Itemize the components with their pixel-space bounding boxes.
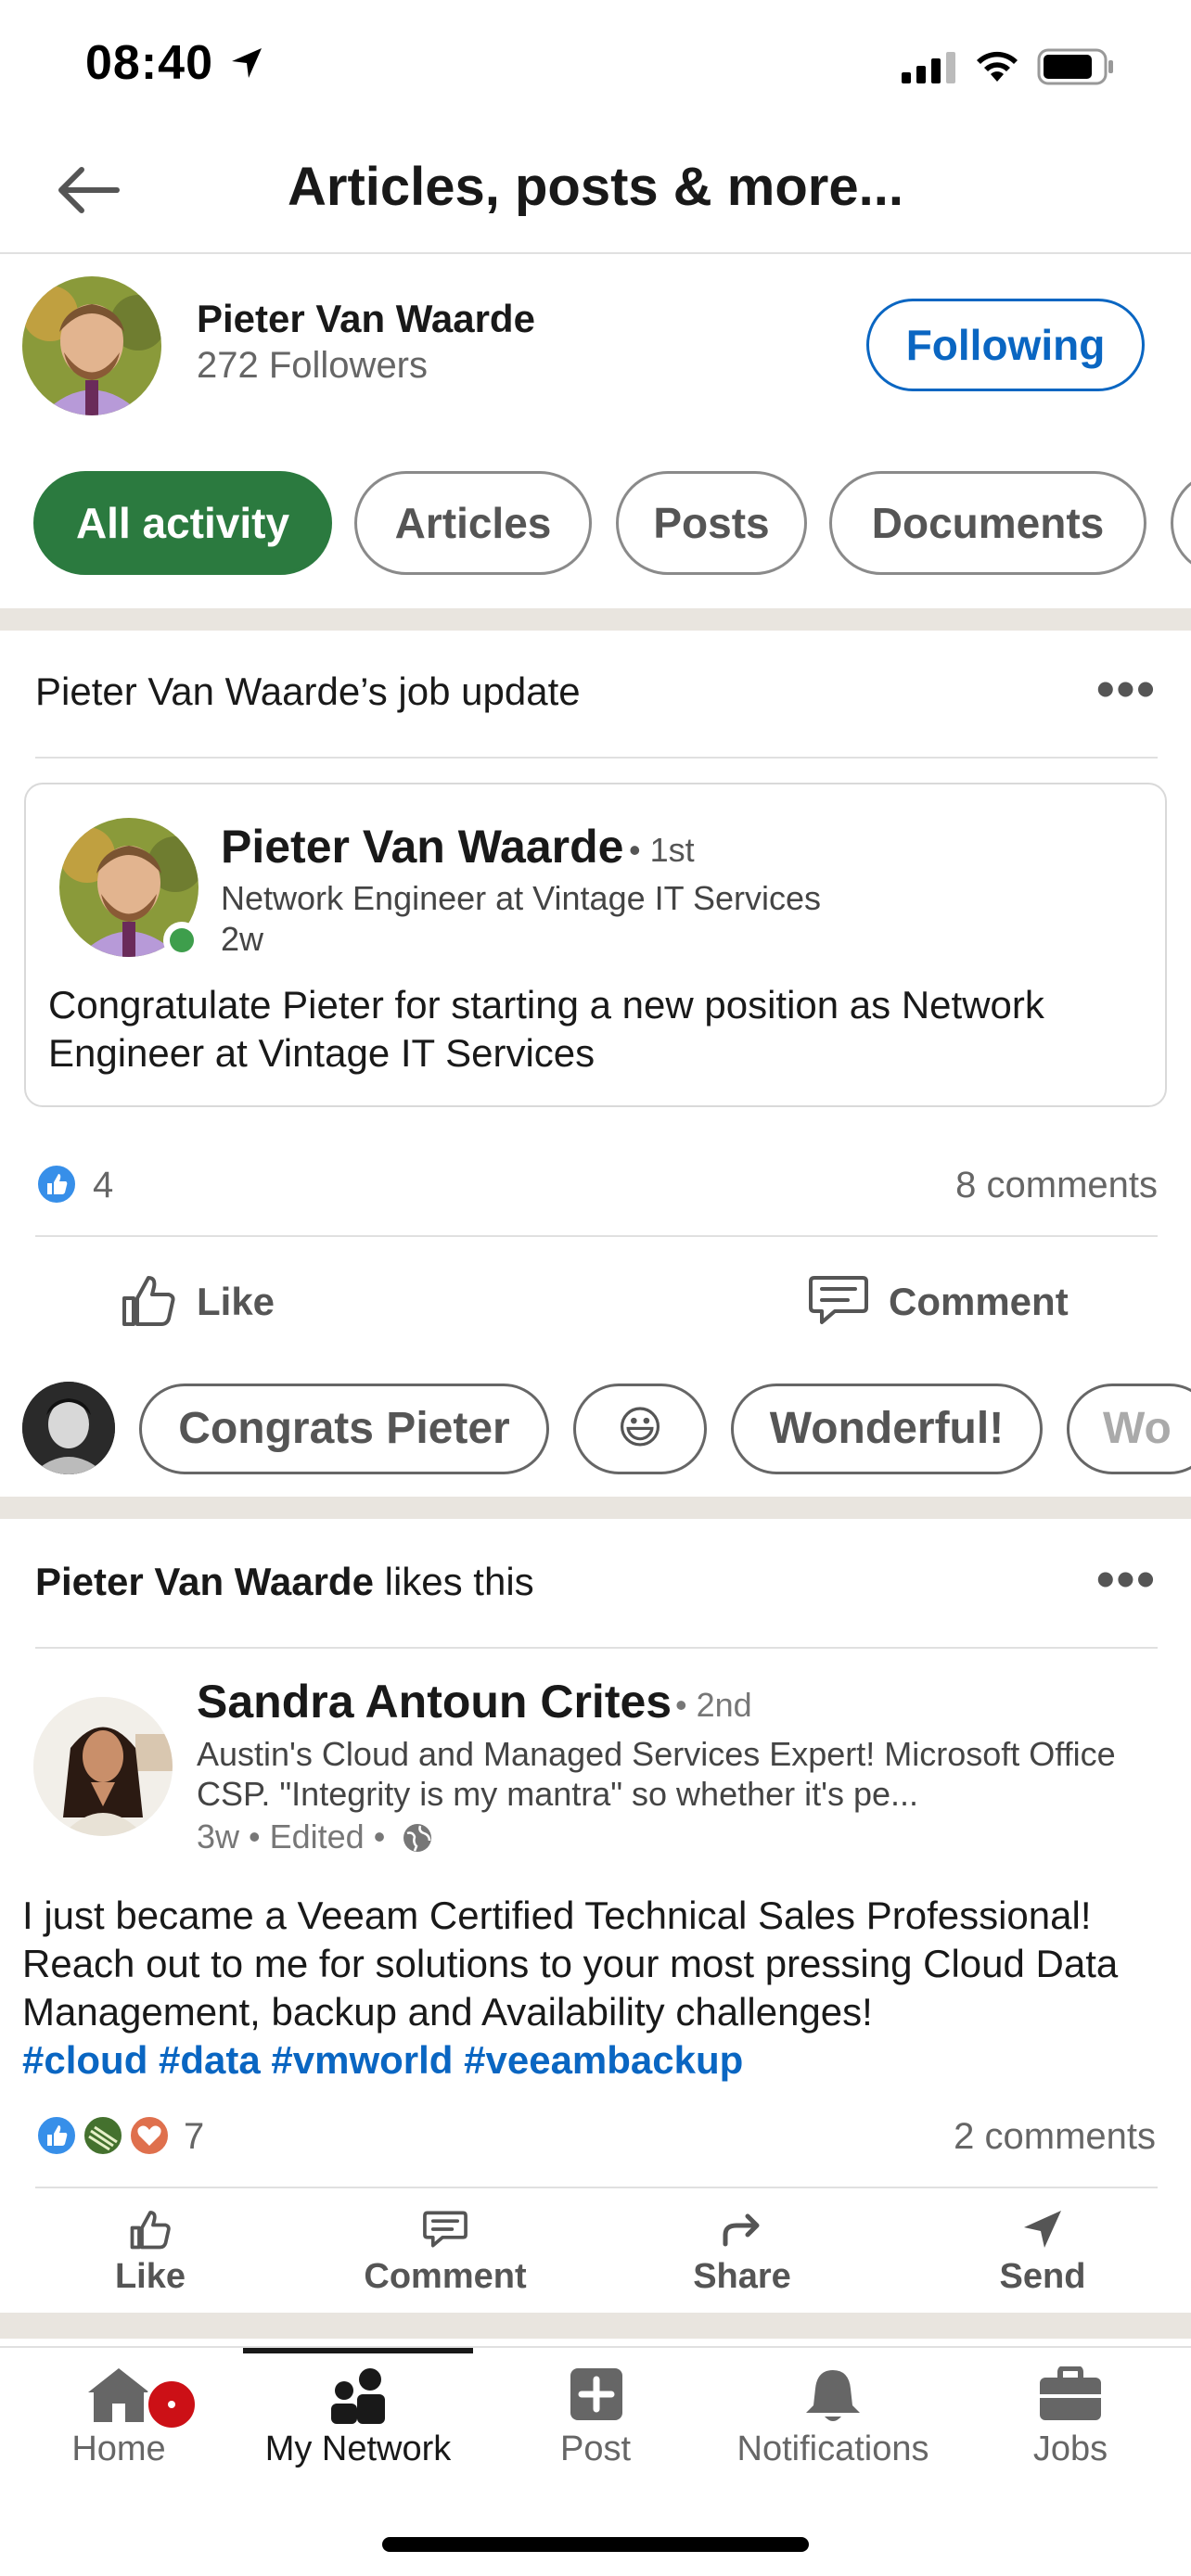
home-icon (88, 2368, 149, 2422)
author-avatar[interactable] (33, 1697, 173, 1836)
my-network-icon (331, 2368, 385, 2424)
nav-home[interactable]: Home (7, 2366, 230, 2469)
like-label: Like (114, 2257, 186, 2296)
connection-degree: • 2nd (675, 1686, 752, 1724)
comment-button[interactable]: Comment (352, 2207, 538, 2297)
hashtags[interactable]: #cloud #data #vmworld #veeambackup (22, 2038, 743, 2082)
status-time: 08:40 (85, 36, 213, 90)
quick-reply-smiley[interactable]: 😃 (573, 1384, 707, 1474)
quick-reply-more[interactable]: Wo (1067, 1384, 1191, 1474)
comment-icon (809, 1276, 868, 1324)
divider (35, 1235, 1158, 1237)
author-role: Network Engineer at Vintage IT Services (221, 879, 821, 917)
wifi-icon (977, 51, 1018, 82)
location-arrow-icon (232, 48, 262, 78)
thumbs-up-icon (122, 1276, 175, 1326)
nav-post[interactable]: Post (484, 2366, 707, 2469)
my-avatar (22, 1382, 115, 1474)
profile-avatar[interactable] (22, 276, 161, 415)
chip-articles[interactable]: Articles (354, 471, 592, 575)
status-bar: 08:40 (0, 0, 1191, 130)
like-label: Like (197, 1280, 275, 1323)
nav-my-network-label: My Network (264, 2429, 452, 2468)
post-text: I just became a Veeam Certified Technica… (22, 1892, 1172, 2085)
post-time-edited: 3w • Edited • (197, 1817, 386, 1855)
reaction-icons (36, 2115, 170, 2156)
nav-jobs[interactable]: Jobs (959, 2366, 1182, 2469)
chip-documents[interactable]: Documents (829, 471, 1146, 575)
section-separator (0, 608, 1191, 631)
divider (35, 2187, 1158, 2188)
globe-icon (403, 1824, 432, 1852)
comment-label: Comment (364, 2257, 527, 2296)
nav-post-label: Post (559, 2429, 632, 2468)
more-options-icon[interactable]: ••• (1096, 1549, 1157, 1609)
bell-icon (806, 2370, 860, 2421)
comment-label: Comment (889, 1280, 1069, 1323)
share-label: Share (693, 2257, 791, 2296)
send-button[interactable]: Send (950, 2207, 1135, 2297)
quick-reply-wonderful[interactable]: Wonderful! (731, 1384, 1043, 1474)
top-header: Articles, posts & more... (0, 130, 1191, 254)
like-reaction-icon (36, 1164, 77, 1205)
comments-count[interactable]: 2 comments (835, 2116, 1156, 2158)
nav-notifications[interactable]: Notifications (722, 2366, 944, 2469)
send-label: Send (999, 2257, 1086, 2296)
quick-reply-congrats[interactable]: Congrats Pieter (139, 1384, 549, 1474)
post-meta: 3w • Edited • (197, 1817, 433, 1856)
author-headline: Austin's Cloud and Managed Services Expe… (197, 1735, 1116, 1813)
reaction-count[interactable]: 4 (93, 1165, 113, 1206)
chip-posts[interactable]: Posts (616, 471, 807, 575)
share-arrow-icon (723, 2213, 760, 2247)
like-button[interactable]: Like (58, 2207, 243, 2297)
nav-home-label: Home (71, 2429, 166, 2468)
actor-name[interactable]: Pieter Van Waarde (35, 1560, 374, 1603)
comment-icon (423, 2211, 467, 2248)
home-indicator (382, 2537, 809, 2552)
activity-filter-chips: All activity Articles Posts Documents (0, 471, 1191, 575)
following-button[interactable]: Following (866, 299, 1145, 391)
headline-suffix: likes this (373, 1560, 534, 1603)
share-button[interactable]: Share (649, 2207, 835, 2297)
profile-row: Pieter Van Waarde 272 Followers Followin… (0, 256, 1191, 415)
nav-notifications-label: Notifications (736, 2429, 929, 2468)
comments-count[interactable]: 8 comments (835, 1165, 1158, 1206)
author-name[interactable]: Sandra Antoun Crites (197, 1675, 672, 1728)
connection-degree: • 1st (629, 831, 695, 869)
divider (35, 1647, 1158, 1649)
section-separator (0, 2313, 1191, 2339)
divider (35, 757, 1158, 759)
briefcase-icon (1040, 2366, 1101, 2420)
post-text: Congratulate Pieter for starting a new p… (48, 983, 1044, 1075)
cellular-signal-icon (902, 52, 955, 83)
reaction-count[interactable]: 7 (184, 2116, 204, 2158)
post-body-text: I just became a Veeam Certified Technica… (22, 1894, 1119, 2034)
active-tab-indicator (243, 2348, 473, 2353)
post-time: 2w (221, 920, 264, 958)
thumbs-up-icon (130, 2211, 171, 2250)
bottom-navigation: Home My Network Post Notifications Jobs (0, 2346, 1191, 2576)
chip-all-activity[interactable]: All activity (33, 471, 332, 575)
battery-icon (1037, 48, 1113, 85)
notification-badge (145, 2378, 198, 2431)
chip-more[interactable] (1171, 471, 1191, 575)
card-headline: Pieter Van Waarde’s job update (35, 670, 581, 713)
online-status-icon (163, 922, 200, 959)
card-headline: Pieter Van Waarde likes this (35, 1560, 534, 1604)
author-name[interactable]: Pieter Van Waarde (221, 820, 623, 874)
more-options-icon[interactable]: ••• (1096, 658, 1157, 719)
plus-box-icon (570, 2368, 622, 2420)
send-icon (1024, 2211, 1061, 2248)
section-separator (0, 1497, 1191, 1519)
profile-name[interactable]: Pieter Van Waarde (197, 297, 535, 341)
nav-jobs-label: Jobs (1032, 2429, 1108, 2468)
nav-my-network[interactable]: My Network (247, 2366, 469, 2469)
follower-count: 272 Followers (197, 345, 429, 386)
page-title: Articles, posts & more... (288, 157, 903, 217)
job-update-card[interactable]: Pieter Van Waarde • 1st Network Engineer… (24, 783, 1167, 1107)
